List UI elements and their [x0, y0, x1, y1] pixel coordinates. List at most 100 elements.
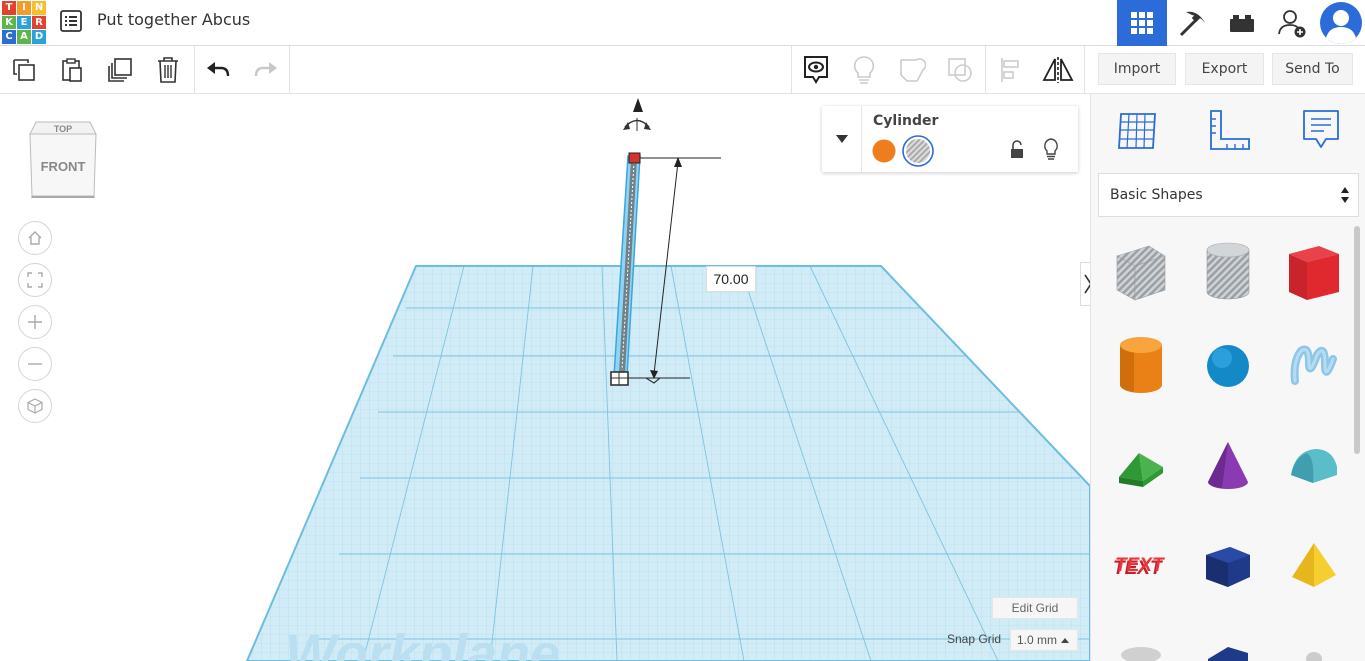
redo-icon [254, 61, 277, 76]
3d-viewport[interactable]: Workplane 70.00 TOP FRONT Cylinder Edit … [0, 94, 1090, 661]
fit-icon [27, 272, 43, 288]
notes-button[interactable] [792, 48, 840, 92]
pickaxe-icon [1179, 11, 1205, 37]
hole-button[interactable] [901, 134, 935, 168]
visibility-bulb-icon[interactable] [1042, 138, 1060, 160]
zoom-out-button[interactable] [18, 347, 52, 381]
group-icon [900, 57, 926, 82]
top-resize-handle[interactable] [628, 152, 641, 164]
zoom-in-button[interactable] [18, 305, 52, 339]
mirror-icon [1042, 56, 1074, 83]
paste-icon [62, 57, 82, 82]
add-user-icon [1278, 10, 1306, 38]
export-button[interactable]: Export [1185, 53, 1264, 85]
shape-box-hole[interactable] [1109, 239, 1173, 303]
shape-partial-2[interactable] [1196, 629, 1260, 661]
3d-design-view-button[interactable] [1117, 0, 1167, 46]
grid-view-icon [1131, 12, 1153, 34]
group-button[interactable] [888, 48, 936, 92]
shape-text[interactable]: TEXT TEXT [1109, 534, 1173, 598]
view-cube-top[interactable]: TOP [54, 124, 72, 134]
ruler-tool-button[interactable] [1206, 106, 1254, 154]
delete-button[interactable] [144, 48, 192, 92]
view-cube-front[interactable]: FRONT [41, 159, 86, 174]
workplane[interactable]: Workplane [0, 94, 1090, 661]
bricks-icon [1230, 15, 1254, 32]
note-icon [1303, 110, 1339, 148]
shape-round-roof[interactable] [1282, 434, 1346, 498]
shape-pyramid[interactable] [1282, 534, 1346, 598]
design-menu-button[interactable] [58, 8, 84, 34]
logo-letter: E [17, 15, 31, 29]
lift-arrow-handle[interactable] [633, 98, 643, 112]
ungroup-icon [948, 57, 972, 82]
snap-grid-value: 1.0 mm [1017, 633, 1058, 647]
duplicate-icon [108, 57, 132, 82]
logo-letter: A [17, 30, 31, 44]
shape-cone[interactable] [1196, 434, 1260, 498]
copy-icon [13, 58, 35, 81]
minus-icon [28, 363, 42, 365]
shape-roof[interactable] [1109, 434, 1173, 498]
shape-polygon[interactable] [1196, 534, 1260, 598]
blocks-view-button[interactable] [1167, 0, 1217, 46]
ungroup-button[interactable] [936, 48, 984, 92]
lock-icon[interactable] [1008, 140, 1026, 160]
send-to-button[interactable]: Send To [1272, 53, 1353, 85]
height-dimension-input[interactable]: 70.00 [706, 266, 756, 292]
logo-letter: R [32, 15, 46, 29]
snap-grid-select[interactable]: 1.0 mm [1010, 629, 1078, 651]
view-cube[interactable]: TOP FRONT [28, 120, 98, 198]
copy-button[interactable] [0, 48, 48, 92]
show-all-button[interactable] [840, 48, 888, 92]
caret-up-icon [1061, 638, 1069, 643]
shape-category-select[interactable]: Basic Shapes [1098, 173, 1359, 217]
trash-icon [158, 56, 178, 83]
add-user-button[interactable] [1267, 0, 1317, 46]
list-icon [60, 10, 82, 32]
toolbar: Import Export Send To [0, 46, 1365, 94]
collapse-properties-button[interactable] [822, 106, 862, 172]
avatar[interactable] [1317, 0, 1365, 46]
shape-partial-1[interactable] [1109, 629, 1173, 661]
mirror-button[interactable] [1034, 48, 1082, 92]
undo-button[interactable] [194, 48, 242, 92]
align-button[interactable] [986, 48, 1034, 92]
edit-grid-button[interactable]: Edit Grid [992, 597, 1078, 619]
shapes-sidebar: Basic Shapes TEXT TEXT [1090, 94, 1365, 661]
perspective-button[interactable] [18, 389, 52, 423]
tinkercad-logo[interactable]: T I N K E R C A D [2, 1, 46, 44]
redo-button[interactable] [242, 48, 290, 92]
home-icon [28, 231, 42, 245]
paste-button[interactable] [48, 48, 96, 92]
workplane-icon [1118, 113, 1156, 149]
logo-letter: I [17, 1, 31, 15]
sidebar-scrollbar[interactable] [1354, 226, 1360, 454]
sidebar-tools [1091, 94, 1365, 166]
cube-icon [27, 398, 43, 414]
logo-letter: D [32, 30, 46, 44]
shape-sphere[interactable] [1196, 334, 1260, 398]
notes-tool-button[interactable] [1297, 106, 1345, 154]
solid-color-button[interactable] [871, 138, 897, 164]
import-button[interactable]: Import [1098, 53, 1176, 85]
fit-view-button[interactable] [18, 263, 52, 297]
shape-partial-3[interactable] [1282, 629, 1346, 661]
duplicate-button[interactable] [96, 48, 144, 92]
snap-grid-label: Snap Grid [947, 632, 1002, 646]
workplane-label: Workplane [285, 624, 560, 661]
shape-cylinder[interactable] [1109, 334, 1173, 398]
bricks-view-button[interactable] [1217, 0, 1267, 46]
svg-text:TEXT: TEXT [1115, 555, 1165, 576]
lightbulb-icon [853, 55, 875, 84]
ruler-icon [1210, 110, 1250, 150]
logo-letter: K [2, 15, 16, 29]
design-title[interactable]: Put together Abcus [97, 10, 250, 29]
home-view-button[interactable] [18, 221, 52, 255]
plus-icon [28, 315, 42, 329]
shape-scribble[interactable] [1282, 334, 1346, 398]
workplane-tool-button[interactable] [1113, 106, 1161, 154]
shape-name: Cylinder [873, 113, 939, 129]
shape-box[interactable] [1282, 239, 1346, 303]
shape-cylinder-hole[interactable] [1196, 239, 1260, 303]
